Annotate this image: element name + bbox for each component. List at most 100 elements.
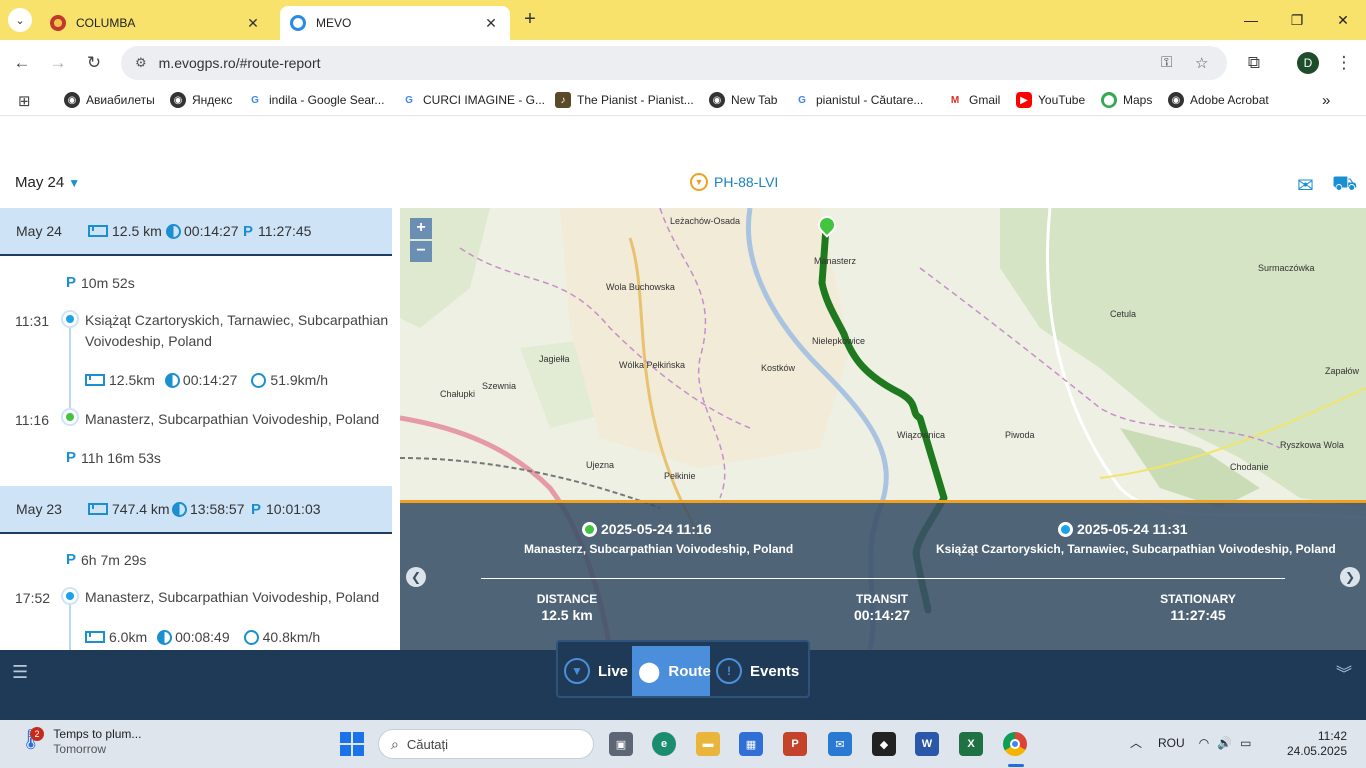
weather-widget[interactable]: 🌡 2 Temps to plum... Tomorrow bbox=[18, 727, 141, 757]
map-pin-icon: ⬤ bbox=[638, 660, 661, 683]
summary-start-address: Manasterz, Subcarpathian Voivodeship, Po… bbox=[524, 542, 794, 556]
excel-icon[interactable]: X bbox=[959, 732, 983, 756]
distance-icon bbox=[88, 225, 108, 237]
bookmark-item[interactable]: ▶ YouTube bbox=[1016, 92, 1085, 108]
volume-icon[interactable]: 🔊 bbox=[1217, 736, 1232, 750]
bookmark-item[interactable]: G CURCI IMAGINE - G... bbox=[401, 92, 545, 108]
forward-button[interactable]: → bbox=[45, 50, 71, 76]
bookmark-item[interactable]: ◉ Яндекс bbox=[170, 92, 232, 108]
more-bookmarks-icon[interactable]: » bbox=[1322, 92, 1330, 109]
powerpoint-icon[interactable]: P bbox=[783, 732, 807, 756]
date-selector[interactable]: May 24 ▼ bbox=[15, 174, 80, 191]
map-place-label: Zapałów bbox=[1325, 366, 1360, 376]
bookmark-item[interactable]: Gpianistul - Căutare... bbox=[794, 92, 923, 108]
map-place-label: Surmaczówka bbox=[1258, 263, 1315, 273]
dropbox-icon[interactable]: ◆ bbox=[872, 732, 896, 756]
previous-trip-button[interactable]: ❮ bbox=[406, 567, 426, 587]
map-place-label: Piwoda bbox=[1005, 430, 1035, 440]
zoom-out-button[interactable]: − bbox=[410, 241, 432, 262]
app-bottom-bar: ☰ ︾ ▼ Live ⬤ Route ! Events bbox=[0, 640, 1366, 720]
search-icon: ⌕ bbox=[391, 735, 399, 752]
close-icon[interactable]: ✕ bbox=[482, 15, 500, 32]
globe-icon: ◉ bbox=[64, 92, 80, 108]
close-window-button[interactable]: ✕ bbox=[1320, 8, 1366, 32]
microsoft-store-icon[interactable]: ▦ bbox=[739, 732, 763, 756]
bookmark-item[interactable]: ◉ New Tab bbox=[709, 92, 777, 108]
bookmark-item[interactable]: M Gmail bbox=[947, 92, 1000, 108]
apps-grid-icon[interactable]: ⊞ bbox=[18, 92, 31, 110]
minimize-button[interactable]: — bbox=[1228, 8, 1274, 32]
trip-stats: 6.0km 00:08:49 40.8km/h bbox=[85, 629, 320, 645]
chevron-down-icon: ▼ bbox=[68, 175, 81, 190]
next-trip-button[interactable]: ❯ bbox=[1340, 567, 1360, 587]
taskbar-search-input[interactable]: ⌕ Căutați bbox=[378, 729, 594, 759]
stop-address[interactable]: Książąt Czartoryskich, Tarnawiec, Subcar… bbox=[85, 310, 395, 352]
globe-icon: ◉ bbox=[1168, 92, 1184, 108]
map-place-label: Kostków bbox=[761, 363, 796, 373]
extensions-icon[interactable]: ⧉ bbox=[1241, 50, 1267, 76]
maximize-button[interactable]: ❐ bbox=[1274, 8, 1320, 32]
back-button[interactable]: ← bbox=[9, 50, 35, 76]
taskbar-clock[interactable]: 11:42 24.05.2025 bbox=[1285, 729, 1347, 759]
speed-gauge-icon bbox=[243, 629, 259, 645]
profile-avatar[interactable]: D bbox=[1297, 52, 1319, 74]
mail-app-icon[interactable]: ✉ bbox=[828, 732, 852, 756]
word-icon[interactable]: W bbox=[915, 732, 939, 756]
notification-badge: 2 bbox=[30, 727, 44, 741]
hamburger-menu-icon[interactable]: ☰ bbox=[12, 662, 28, 683]
day-header[interactable]: May 23 747.4 km 13:58:57 P 10:01:03 bbox=[0, 486, 392, 534]
google-icon: G bbox=[794, 92, 810, 108]
transit-value: 00:14:27 bbox=[853, 607, 911, 623]
new-tab-button[interactable]: + bbox=[518, 8, 542, 32]
map-place-label: Leżachów-Osada bbox=[670, 216, 741, 226]
mail-icon[interactable]: ✉ bbox=[1297, 173, 1314, 198]
stop-address[interactable]: Manasterz, Subcarpathian Voivodeship, Po… bbox=[85, 409, 395, 430]
bookmark-item[interactable]: ⬤ Maps bbox=[1101, 92, 1152, 108]
wifi-icon[interactable]: ◠ bbox=[1199, 736, 1209, 750]
close-icon[interactable]: ✕ bbox=[244, 15, 262, 32]
battery-icon[interactable]: ▭ bbox=[1240, 736, 1251, 750]
reload-button[interactable]: ↻ bbox=[81, 50, 107, 76]
tab-route[interactable]: ⬤ Route bbox=[632, 646, 711, 696]
parking-icon: P bbox=[66, 274, 77, 291]
bookmark-item[interactable]: Gindila - Google Sear... bbox=[247, 92, 384, 108]
address-bar[interactable]: ⚙ m.evogps.ro/#route-report ⚿ ☆ bbox=[121, 46, 1227, 80]
tab-live[interactable]: ▼ Live bbox=[564, 646, 632, 696]
bookmark-item[interactable]: ◉ Adobe Acrobat bbox=[1168, 92, 1269, 108]
task-view-icon[interactable]: ▣ bbox=[609, 732, 633, 756]
vehicle-search-icon[interactable]: ⛟ bbox=[1332, 173, 1357, 198]
distance-icon bbox=[85, 631, 105, 643]
tab-search-dropdown-icon[interactable]: ⌄ bbox=[8, 8, 32, 32]
chrome-icon[interactable] bbox=[1003, 732, 1027, 756]
bookmark-item[interactable]: ◉ Авиабилеты bbox=[64, 92, 155, 108]
tab-events[interactable]: ! Events bbox=[716, 646, 808, 696]
duration-clock-icon bbox=[157, 629, 173, 645]
stop-address[interactable]: Manasterz, Subcarpathian Voivodeship, Po… bbox=[85, 587, 395, 608]
end-point-marker-icon bbox=[61, 587, 79, 605]
alert-icon: ! bbox=[716, 658, 742, 684]
file-explorer-icon[interactable]: ▬ bbox=[696, 732, 720, 756]
route-summary-panel: 2025-05-24 11:16 Manasterz, Subcarpathia… bbox=[400, 500, 1366, 650]
chevron-up-icon[interactable]: ︿ bbox=[1130, 734, 1142, 751]
map-place-label: Nielepkowice bbox=[812, 336, 866, 346]
day-header[interactable]: May 24 12.5 km 00:14:27 P 11:27:45 bbox=[0, 208, 392, 256]
summary-start-datetime: 2025-05-24 11:16 bbox=[582, 521, 712, 537]
password-key-icon[interactable]: ⚿ bbox=[1161, 54, 1172, 71]
browser-menu-icon[interactable]: ⋮ bbox=[1331, 50, 1357, 76]
parking-icon: P bbox=[251, 500, 262, 518]
windows-start-icon[interactable] bbox=[340, 732, 364, 756]
site-info-icon[interactable]: ⚙ bbox=[135, 55, 147, 71]
map-place-label: Szewnia bbox=[482, 381, 517, 391]
edge-browser-icon[interactable]: e bbox=[652, 732, 676, 756]
collapse-chevron-icon[interactable]: ︾ bbox=[1336, 660, 1352, 684]
zoom-in-button[interactable]: + bbox=[410, 218, 432, 239]
bookmark-item[interactable]: ♪ The Pianist - Pianist... bbox=[555, 92, 694, 108]
stop-time: 17:52 bbox=[15, 590, 51, 606]
browser-tab-columba[interactable]: COLUMBA ✕ bbox=[40, 6, 272, 40]
duration-clock-icon bbox=[164, 372, 180, 388]
bookmark-star-icon[interactable]: ☆ bbox=[1195, 54, 1208, 72]
distance-icon bbox=[85, 374, 105, 386]
vehicle-selector[interactable]: ▼ PH-88-LVI bbox=[690, 173, 778, 191]
browser-tab-mevo[interactable]: MEVO ✕ bbox=[280, 6, 510, 40]
summary-divider bbox=[481, 578, 1285, 579]
